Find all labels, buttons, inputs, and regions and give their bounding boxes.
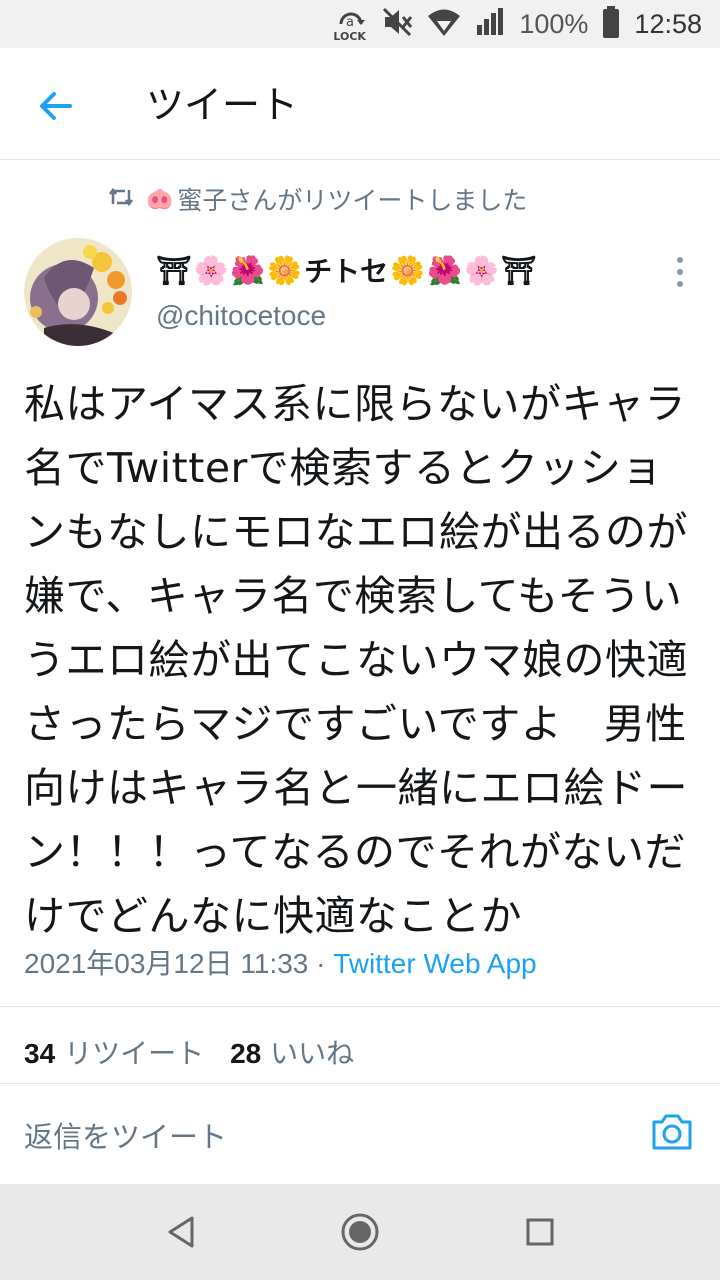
recents-square-icon xyxy=(526,1218,554,1246)
lock-rotate-icon: a LOCK xyxy=(333,4,367,44)
back-button[interactable] xyxy=(32,82,80,130)
cherry-blossom-icon: 🌸 xyxy=(463,253,499,287)
cherry-blossom-icon: 🌸 xyxy=(193,253,229,287)
author-name[interactable]: ⛩ 🌸 🌺 🌼 チトセ 🌼 🌺 🌸 ⛩ xyxy=(156,250,536,290)
tweet-source-link[interactable]: Twitter Web App xyxy=(333,948,536,979)
tweet-timestamp: 2021年03月12日 11:33 xyxy=(24,948,309,979)
author-name-text: チトセ xyxy=(304,255,389,288)
hibiscus-icon: 🌺 xyxy=(427,253,462,287)
more-vertical-icon xyxy=(677,257,683,287)
blossom-icon: 🌼 xyxy=(267,253,303,287)
signal-icon xyxy=(475,7,505,41)
home-circle-icon xyxy=(341,1213,379,1251)
wifi-icon xyxy=(427,7,461,41)
tweet-meta: 2021年03月12日 11:33 · Twitter Web App xyxy=(24,942,537,982)
page-title: ツイート xyxy=(146,83,299,127)
retweet-context[interactable]: 🐽 蜜子さんがリツイートしました xyxy=(108,180,527,218)
author-handle[interactable]: @chitocetoce xyxy=(156,300,326,332)
nav-home-button[interactable] xyxy=(340,1212,380,1252)
torii-icon: ⛩ xyxy=(500,253,537,287)
meta-separator: · xyxy=(308,948,334,979)
tweet-text: 私はアイマス系に限らないがキャラ名でTwitterで検索するとクッションもなしに… xyxy=(24,380,688,940)
status-icons: a LOCK 100% 12:58 xyxy=(333,0,702,48)
nav-recents-button[interactable] xyxy=(520,1212,560,1252)
top-app-bar: ツイート xyxy=(0,48,720,160)
retweets-label: リツイート xyxy=(64,1037,205,1070)
tweet-stats: 34 リツイート 28 いいね xyxy=(24,1032,354,1072)
likes-stat[interactable]: 28 いいね xyxy=(230,1032,354,1072)
avatar[interactable] xyxy=(24,238,132,346)
lock-label: LOCK xyxy=(333,30,366,43)
status-time: 12:58 xyxy=(634,8,702,39)
back-triangle-icon xyxy=(168,1216,194,1248)
retweets-stat[interactable]: 34 リツイート xyxy=(24,1032,204,1072)
battery-percent: 100% xyxy=(519,8,589,39)
blossom-icon: 🌼 xyxy=(390,253,426,287)
reply-input[interactable]: 返信をツイート xyxy=(24,1114,227,1156)
torii-icon: ⛩ xyxy=(156,253,192,287)
likes-label: いいね xyxy=(270,1037,355,1070)
battery-icon xyxy=(602,6,620,42)
status-bar: a LOCK 100% 12:58 xyxy=(0,0,720,48)
camera-button[interactable] xyxy=(648,1108,696,1156)
camera-icon xyxy=(652,1114,692,1150)
mute-icon xyxy=(381,6,413,42)
retweet-context-text: 蜜子さんがリツイートしました xyxy=(177,186,528,215)
likes-count: 28 xyxy=(230,1038,262,1069)
divider xyxy=(0,1006,720,1007)
reply-composer: 返信をツイート xyxy=(0,1084,720,1184)
system-nav-bar xyxy=(0,1184,720,1280)
pig-nose-icon: 🐽 xyxy=(146,186,174,212)
arrow-left-icon xyxy=(40,92,72,120)
nav-back-button[interactable] xyxy=(162,1212,202,1252)
retweets-count: 34 xyxy=(24,1038,56,1069)
svg-text:a: a xyxy=(346,15,354,30)
more-options-button[interactable] xyxy=(668,254,692,290)
hibiscus-icon: 🌺 xyxy=(230,253,266,287)
retweet-icon xyxy=(108,185,134,214)
